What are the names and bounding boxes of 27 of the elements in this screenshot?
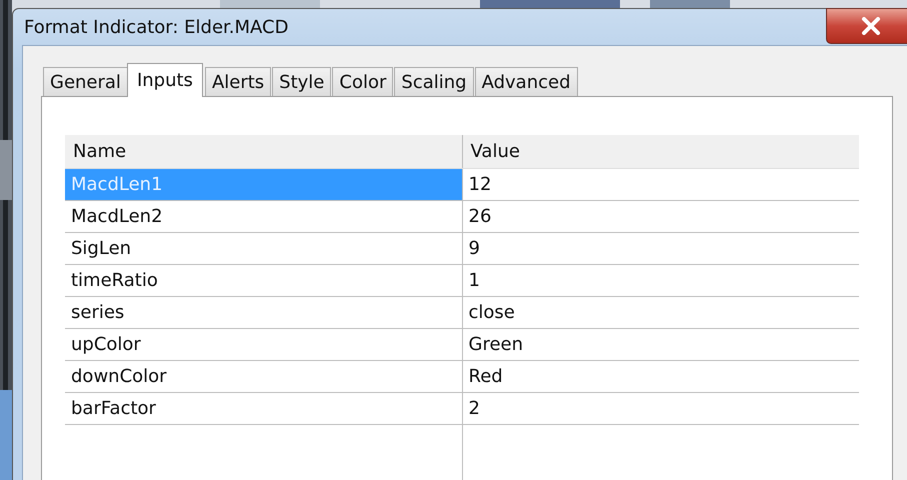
close-icon bbox=[861, 17, 881, 35]
column-header[interactable]: Value bbox=[462, 135, 859, 168]
tab[interactable]: Inputs bbox=[126, 63, 203, 97]
tab[interactable]: Style bbox=[272, 67, 332, 97]
window-title: Format Indicator: Elder.MACD bbox=[24, 16, 288, 38]
tab[interactable]: Advanced bbox=[474, 67, 578, 97]
table-cell[interactable]: downColor bbox=[65, 360, 462, 392]
tab[interactable]: Color bbox=[332, 67, 394, 97]
table-cell[interactable]: 2 bbox=[462, 392, 859, 424]
table-cell[interactable]: MacdLen2 bbox=[65, 200, 462, 232]
table-cell[interactable]: 26 bbox=[462, 200, 859, 232]
table-cell[interactable]: timeRatio bbox=[65, 264, 462, 296]
column-header[interactable]: Name bbox=[65, 135, 462, 168]
table-cell[interactable]: barFactor bbox=[65, 392, 462, 424]
tab[interactable]: Alerts bbox=[204, 67, 272, 97]
table-cell[interactable]: 9 bbox=[462, 232, 859, 264]
tab[interactable]: Scaling bbox=[394, 67, 474, 97]
tab[interactable]: General bbox=[43, 67, 128, 97]
table-cell[interactable]: Green bbox=[462, 328, 859, 360]
close-button[interactable] bbox=[826, 8, 907, 44]
table-cell[interactable]: Red bbox=[462, 360, 859, 392]
table-cell[interactable]: upColor bbox=[65, 328, 462, 360]
table-cell[interactable]: close bbox=[462, 296, 859, 328]
table-cell[interactable]: 1 bbox=[462, 264, 859, 296]
table-cell[interactable]: series bbox=[65, 296, 462, 328]
table-cell[interactable]: 12 bbox=[462, 168, 859, 200]
table-cell[interactable]: SigLen bbox=[65, 232, 462, 264]
